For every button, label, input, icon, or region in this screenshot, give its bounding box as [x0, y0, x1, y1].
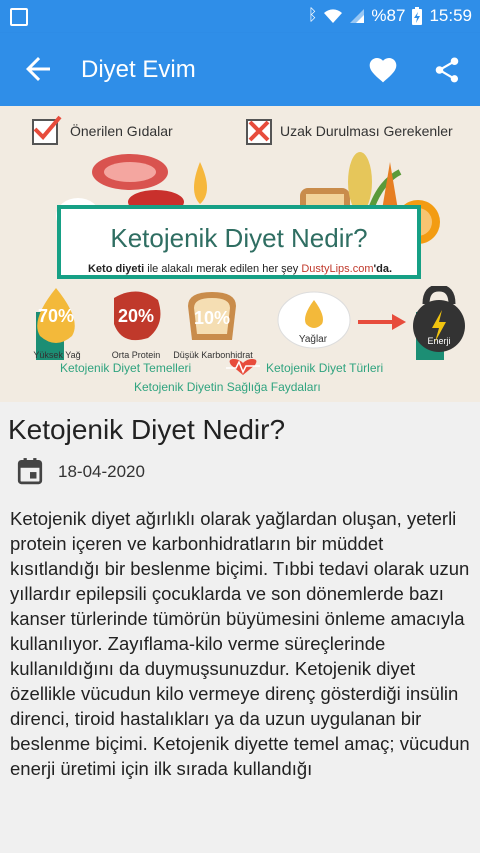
app-bar: Diyet Evim [0, 33, 480, 106]
recommended-foods-label: Önerilen Gıdalar [70, 123, 173, 139]
share-icon[interactable] [432, 54, 462, 86]
arrow-right-icon [358, 314, 406, 330]
macro1-percent: 70% [37, 306, 75, 326]
app-title: Diyet Evim [81, 56, 196, 83]
back-arrow-icon[interactable] [20, 51, 56, 87]
banner-link-types: Ketojenik Diyet Türleri [266, 361, 384, 375]
banner-headline: Ketojenik Diyet Nedir? [110, 223, 368, 253]
energy-label: Enerji [427, 336, 451, 346]
banner-link-benefits: Ketojenik Diyetin Sağlığa Faydaları [134, 380, 321, 394]
bluetooth-icon: ᛒ [307, 7, 318, 24]
fats-label: Yağlar [298, 334, 328, 345]
banner-link-basics: Ketojenik Diyet Temelleri [60, 361, 192, 375]
macro1-label: Yüksek Yağ [33, 350, 81, 360]
screenshot-icon [10, 8, 28, 26]
calendar-icon [17, 458, 43, 485]
macro3-percent: 10% [193, 308, 231, 328]
battery-charging-icon [412, 7, 423, 25]
banner-subtitle: Keto diyeti ile alakalı merak edilen her… [87, 263, 393, 275]
clock: 15:59 [429, 6, 472, 25]
article-body: Ketojenik diyet ağırlıklı olarak yağlard… [10, 508, 470, 779]
favorite-heart-icon[interactable] [366, 54, 400, 86]
article-content: Ketojenik Diyet Nedir? 18-04-2020 Ketoje… [0, 402, 480, 853]
avoid-foods-label: Uzak Durulması Gerekenler [280, 123, 453, 139]
article-date: 18-04-2020 [58, 462, 145, 481]
x-mark-icon [246, 119, 272, 145]
article-banner-image: Önerilen Gıdalar Uzak Durulması Gerekenl… [0, 106, 480, 402]
article-title: Ketojenik Diyet Nedir? [8, 414, 286, 445]
battery-percent: %87 [371, 6, 406, 25]
status-bar: ᛒ %87 15:59 [0, 0, 480, 33]
signal-icon [350, 9, 365, 23]
status-right: ᛒ %87 15:59 [308, 6, 472, 26]
heartbeat-icon [226, 359, 260, 375]
macro2-percent: 20% [117, 306, 155, 326]
wifi-icon [324, 9, 343, 23]
